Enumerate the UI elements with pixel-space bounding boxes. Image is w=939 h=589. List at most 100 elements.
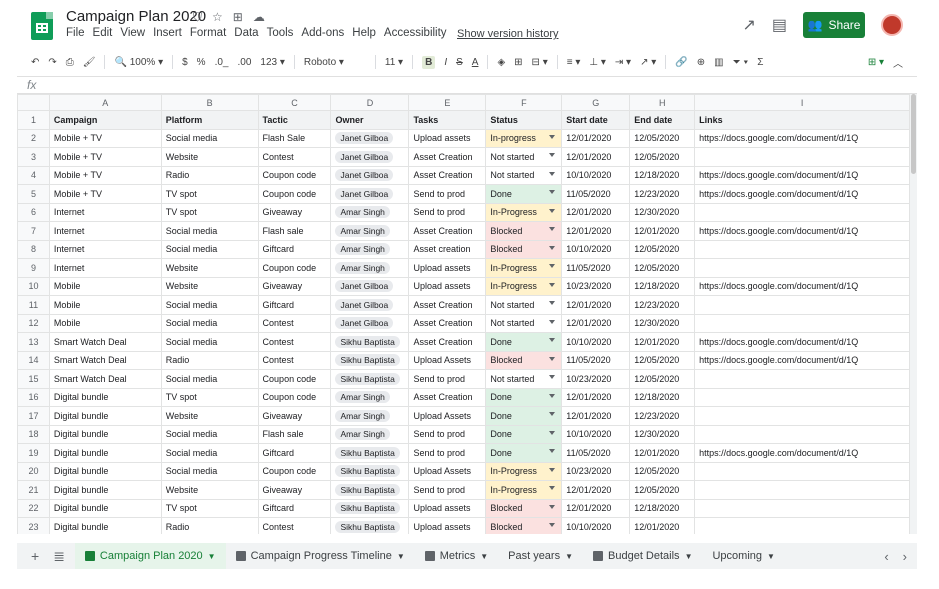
link-cell[interactable] <box>694 369 910 389</box>
sheet-tab[interactable]: Campaign Plan 2020 ▼ <box>74 543 226 569</box>
owner-cell[interactable]: Janet Gilboa <box>330 184 410 204</box>
more-formats-button[interactable]: 123 ▾ <box>260 57 285 68</box>
tab-menu-caret-icon[interactable]: ▼ <box>767 552 775 561</box>
owner-cell[interactable]: Amar Singh <box>330 406 410 426</box>
status-dropdown[interactable]: Done <box>485 332 563 352</box>
menu-addons[interactable]: Add-ons <box>301 27 344 39</box>
status-dropdown[interactable]: In-progress <box>485 128 563 148</box>
tactic-cell[interactable]: Giftcard <box>257 295 332 315</box>
row-number[interactable]: 22 <box>17 498 50 518</box>
campaign-cell[interactable]: Internet <box>48 202 162 222</box>
increase-decimal-button[interactable]: .00 <box>237 57 251 68</box>
share-button[interactable]: 👥 Share <box>803 12 865 38</box>
row-number[interactable]: 15 <box>17 369 50 389</box>
collapse-menu-icon[interactable]: ︿ <box>893 55 903 70</box>
end-cell[interactable]: 12/05/2020 <box>629 128 696 148</box>
text-wrap-icon[interactable]: ⇥ ▾ <box>615 57 631 68</box>
end-cell[interactable]: 12/18/2020 <box>629 387 696 407</box>
dropdown-arrow-icon[interactable] <box>549 467 556 472</box>
platform-cell[interactable]: Website <box>160 406 259 426</box>
task-cell[interactable]: Asset creation <box>408 239 487 259</box>
start-cell[interactable]: 10/10/2020 <box>561 165 631 185</box>
task-cell[interactable]: Upload assets <box>408 498 487 518</box>
tactic-cell[interactable]: Giveaway <box>257 480 332 500</box>
task-cell[interactable]: Asset Creation <box>408 387 487 407</box>
owner-cell[interactable]: Janet Gilboa <box>330 128 410 148</box>
link-cell[interactable]: https://docs.google.com/document/d/1Q <box>694 350 910 370</box>
end-cell[interactable]: 12/01/2020 <box>629 221 696 241</box>
link-cell[interactable] <box>694 424 910 444</box>
tactic-cell[interactable]: Contest <box>257 350 332 370</box>
status-dropdown[interactable]: Done <box>485 443 563 463</box>
font-select[interactable]: Roboto ▾ <box>304 57 366 68</box>
task-cell[interactable]: Asset Creation <box>408 147 487 167</box>
owner-chip[interactable]: Janet Gilboa <box>335 169 394 182</box>
column-header[interactable]: E <box>408 94 487 111</box>
comment-icon[interactable]: ▤ <box>772 15 787 35</box>
tab-menu-caret-icon[interactable]: ▼ <box>685 552 693 561</box>
text-color-icon[interactable]: A <box>472 57 479 68</box>
owner-cell[interactable]: Amar Singh <box>330 387 410 407</box>
start-cell[interactable]: 11/05/2020 <box>561 350 631 370</box>
owner-cell[interactable]: Amar Singh <box>330 424 410 444</box>
link-cell[interactable] <box>694 258 910 278</box>
view-options-icon[interactable]: ⊞ ▾ <box>868 57 884 68</box>
campaign-cell[interactable]: Digital bundle <box>48 424 162 444</box>
end-cell[interactable]: 12/18/2020 <box>629 165 696 185</box>
link-cell[interactable]: https://docs.google.com/document/d/1Q <box>694 332 910 352</box>
link-cell[interactable] <box>694 239 910 259</box>
platform-cell[interactable]: Radio <box>160 350 259 370</box>
column-header[interactable]: I <box>694 94 910 111</box>
column-header[interactable]: C <box>257 94 332 111</box>
campaign-cell[interactable]: Digital bundle <box>48 406 162 426</box>
platform-cell[interactable]: Radio <box>160 517 259 534</box>
tactic-cell[interactable]: Flash sale <box>257 424 332 444</box>
horizontal-align-icon[interactable]: ≡ ▾ <box>567 57 581 68</box>
menu-tools[interactable]: Tools <box>267 27 294 39</box>
dropdown-arrow-icon[interactable] <box>549 301 556 305</box>
owner-cell[interactable]: Janet Gilboa <box>330 165 410 185</box>
start-cell[interactable]: 12/01/2020 <box>561 147 631 167</box>
owner-cell[interactable]: Amar Singh <box>330 221 410 241</box>
sheets-logo-icon[interactable] <box>31 12 53 40</box>
campaign-cell[interactable]: Digital bundle <box>48 443 162 463</box>
owner-cell[interactable]: Janet Gilboa <box>330 295 410 315</box>
link-cell[interactable] <box>694 313 910 333</box>
print-icon[interactable]: ⎙ <box>66 57 74 68</box>
italic-icon[interactable]: I <box>444 57 447 68</box>
tactic-cell[interactable]: Coupon code <box>257 387 332 407</box>
sheet-tab[interactable]: Metrics ▼ <box>415 543 498 569</box>
activity-trend-icon[interactable]: ↗ <box>742 15 755 35</box>
tactic-cell[interactable]: Flash Sale <box>257 128 332 148</box>
end-cell[interactable]: 12/05/2020 <box>629 239 696 259</box>
status-dropdown[interactable]: Blocked <box>485 221 563 241</box>
status-dropdown[interactable]: Not started <box>485 369 563 389</box>
platform-cell[interactable]: Radio <box>160 165 259 185</box>
end-cell[interactable]: 12/05/2020 <box>629 461 696 481</box>
platform-cell[interactable]: Social media <box>160 443 259 463</box>
owner-chip[interactable]: Sikhu Baptista <box>335 372 400 385</box>
owner-cell[interactable]: Sikhu Baptista <box>330 461 410 481</box>
scroll-tabs-right-icon[interactable]: › <box>903 549 907 564</box>
merge-cells-icon[interactable]: ⊟ ▾ <box>532 57 548 68</box>
task-cell[interactable]: Send to prod <box>408 369 487 389</box>
link-cell[interactable] <box>694 202 910 222</box>
end-cell[interactable]: 12/01/2020 <box>629 332 696 352</box>
platform-cell[interactable]: Social media <box>160 332 259 352</box>
redo-icon[interactable]: ↷ <box>48 57 56 68</box>
header-cell[interactable]: Tactic <box>257 110 332 130</box>
owner-chip[interactable]: Janet Gilboa <box>335 280 394 293</box>
column-header[interactable]: B <box>160 94 259 111</box>
task-cell[interactable]: Upload assets <box>408 128 487 148</box>
dropdown-arrow-icon[interactable] <box>549 504 556 509</box>
row-number[interactable]: 11 <box>17 295 50 315</box>
column-header[interactable]: A <box>48 94 162 111</box>
status-dropdown[interactable]: Done <box>485 184 563 204</box>
header-cell[interactable]: Start date <box>561 110 631 130</box>
owner-chip[interactable]: Sikhu Baptista <box>335 465 400 478</box>
link-cell[interactable]: https://docs.google.com/document/d/1Q <box>694 184 910 204</box>
text-rotation-icon[interactable]: ↗ ▾ <box>640 57 656 68</box>
tactic-cell[interactable]: Giftcard <box>257 443 332 463</box>
sheet-tab[interactable]: Upcoming ▼ <box>702 543 784 569</box>
start-cell[interactable]: 12/01/2020 <box>561 221 631 241</box>
